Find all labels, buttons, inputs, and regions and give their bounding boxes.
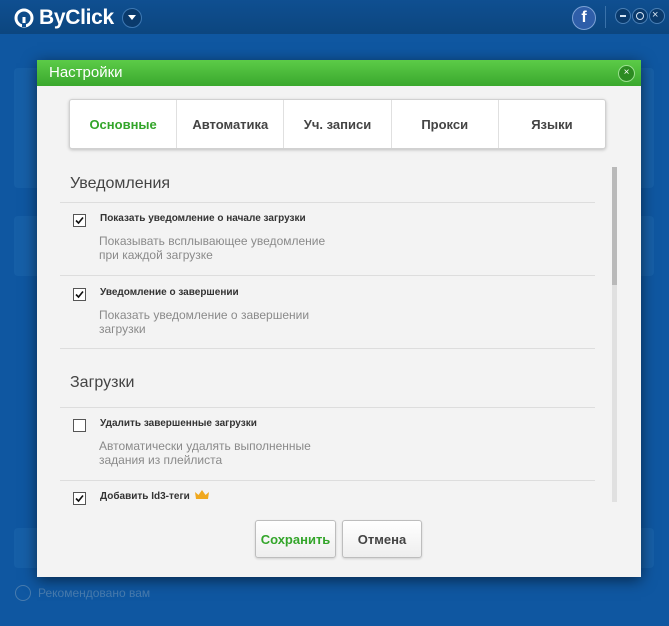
tab-general[interactable]: Основные bbox=[70, 100, 176, 148]
tab-proxy[interactable]: Прокси bbox=[390, 100, 498, 148]
scrollbar-thumb[interactable] bbox=[612, 167, 617, 285]
facebook-button[interactable]: f bbox=[572, 6, 596, 30]
dialog-close-button[interactable]: × bbox=[618, 65, 635, 82]
checkmark-icon bbox=[75, 216, 84, 225]
divider bbox=[60, 348, 595, 349]
cancel-button[interactable]: Отмена bbox=[342, 520, 422, 558]
divider bbox=[60, 407, 595, 408]
maximize-icon bbox=[636, 12, 644, 20]
divider bbox=[60, 480, 595, 481]
chevron-down-icon bbox=[128, 15, 136, 20]
tab-accounts[interactable]: Уч. записи bbox=[283, 100, 390, 148]
checkbox-notify-complete[interactable] bbox=[73, 288, 86, 301]
option-description: Автоматически удалять выполненные задани… bbox=[99, 439, 311, 467]
option-label: Добавить Id3-теги bbox=[100, 491, 190, 502]
checkmark-icon bbox=[75, 494, 84, 503]
minimize-button[interactable] bbox=[615, 8, 631, 24]
dialog-header: Настройки × bbox=[37, 60, 641, 86]
settings-dialog: Настройки × Основные Автоматика Уч. запи… bbox=[37, 60, 641, 577]
settings-content[interactable]: Уведомления Показать уведомление о начал… bbox=[60, 167, 595, 510]
window-close-button[interactable]: × bbox=[649, 8, 665, 24]
checkmark-icon bbox=[75, 290, 84, 299]
close-icon: × bbox=[623, 67, 630, 78]
divider bbox=[60, 275, 595, 276]
option-label: Показать уведомление о начале загрузки bbox=[100, 213, 306, 224]
close-icon: × bbox=[652, 9, 659, 21]
save-button[interactable]: Сохранить bbox=[255, 520, 336, 558]
titlebar-separator bbox=[605, 6, 606, 28]
checkbox-id3-tags[interactable] bbox=[73, 492, 86, 505]
option-label: Уведомление о завершении bbox=[100, 287, 239, 298]
checkbox-notify-start[interactable] bbox=[73, 214, 86, 227]
tab-automation[interactable]: Автоматика bbox=[176, 100, 283, 148]
divider bbox=[60, 202, 595, 203]
byclick-logo-icon bbox=[14, 8, 34, 28]
minimize-icon bbox=[620, 15, 626, 17]
section-title-downloads: Загрузки bbox=[70, 374, 135, 391]
option-label: Удалить завершенные загрузки bbox=[100, 418, 257, 429]
app-titlebar: ByClick f × bbox=[0, 0, 669, 34]
checkbox-delete-completed[interactable] bbox=[73, 419, 86, 432]
option-description: Показывать всплывающее уведомление при к… bbox=[99, 234, 326, 262]
app-menu-button[interactable] bbox=[122, 8, 142, 28]
option-description: Показать уведомление о завершении загруз… bbox=[99, 308, 310, 336]
section-title-notifications: Уведомления bbox=[70, 175, 171, 192]
settings-tabs: Основные Автоматика Уч. записи Прокси Яз… bbox=[69, 99, 606, 149]
dialog-title: Настройки bbox=[49, 64, 123, 81]
facebook-icon: f bbox=[581, 9, 587, 26]
app-logo: ByClick bbox=[14, 6, 114, 30]
tab-languages[interactable]: Языки bbox=[497, 100, 605, 148]
crown-icon bbox=[195, 490, 209, 499]
app-name: ByClick bbox=[39, 6, 114, 29]
maximize-button[interactable] bbox=[632, 8, 648, 24]
